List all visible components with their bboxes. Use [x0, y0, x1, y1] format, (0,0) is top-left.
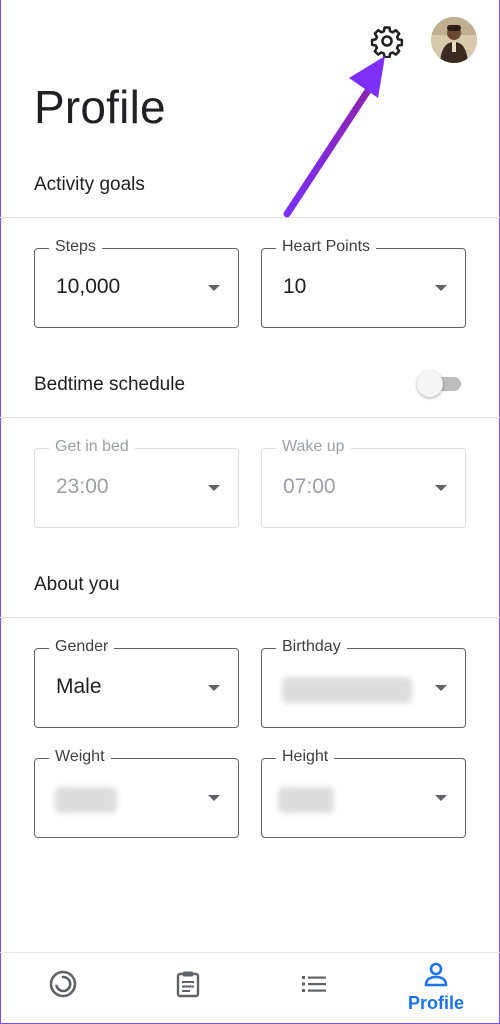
divider — [0, 217, 500, 218]
height-dropdown[interactable]: Height — [261, 748, 466, 838]
blurred-height-value — [278, 787, 334, 813]
steps-label: Steps — [49, 238, 102, 256]
birthday-label: Birthday — [276, 638, 347, 656]
browse-list-icon — [302, 976, 326, 992]
gender-dropdown[interactable]: Gender Male — [34, 638, 239, 728]
get-in-bed-value: 23:00 — [56, 475, 109, 498]
dropdown-arrow-icon — [435, 485, 447, 491]
heart-points-dropdown[interactable]: Heart Points 10 — [261, 238, 466, 328]
profile-person-icon — [424, 962, 448, 987]
dropdown-arrow-icon — [435, 795, 447, 801]
steps-dropdown[interactable]: Steps 10,000 — [34, 238, 239, 328]
heart-points-value: 10 — [283, 275, 307, 298]
get-in-bed-dropdown[interactable]: Get in bed 23:00 — [34, 438, 239, 528]
nav-home[interactable] — [22, 953, 102, 1023]
bottom-navigation: Profile — [0, 952, 500, 1024]
gender-value: Male — [56, 675, 102, 698]
dropdown-arrow-icon — [208, 795, 220, 801]
gender-label: Gender — [49, 638, 115, 656]
dropdown-arrow-icon — [435, 285, 447, 291]
divider — [0, 617, 500, 618]
birthday-dropdown[interactable]: Birthday — [261, 638, 466, 728]
nav-journal[interactable] — [147, 953, 227, 1023]
get-in-bed-label: Get in bed — [49, 438, 135, 456]
heart-points-label: Heart Points — [276, 238, 377, 256]
gear-icon — [370, 26, 404, 59]
activity-goals-heading: Activity goals — [34, 174, 145, 195]
blurred-weight-value — [55, 787, 117, 813]
dropdown-arrow-icon — [435, 685, 447, 691]
nav-profile-label: Profile — [407, 993, 464, 1013]
dropdown-arrow-icon — [208, 485, 220, 491]
bedtime-schedule-heading: Bedtime schedule — [34, 374, 186, 395]
avatar-photo — [431, 17, 477, 63]
blurred-birthday-value — [282, 677, 412, 703]
dropdown-arrow-icon — [208, 685, 220, 691]
profile-avatar[interactable] — [431, 17, 477, 63]
nav-profile[interactable]: Profile — [396, 953, 476, 1023]
settings-gear-button[interactable] — [370, 24, 404, 59]
wake-up-dropdown[interactable]: Wake up 07:00 — [261, 438, 466, 528]
steps-value: 10,000 — [56, 275, 121, 298]
about-you-heading: About you — [34, 574, 120, 595]
journal-clipboard-icon — [176, 971, 200, 998]
weight-label: Weight — [49, 748, 111, 766]
height-label: Height — [276, 748, 335, 766]
home-ring-icon — [49, 970, 77, 998]
wake-up-label: Wake up — [276, 438, 351, 456]
wake-up-value: 07:00 — [283, 475, 336, 498]
toggle-knob — [417, 371, 443, 397]
page-title: Profile — [34, 81, 166, 133]
dropdown-arrow-icon — [208, 285, 220, 291]
bedtime-schedule-toggle[interactable] — [417, 371, 463, 397]
nav-browse[interactable] — [273, 953, 353, 1023]
weight-dropdown[interactable]: Weight — [34, 748, 239, 838]
divider — [0, 417, 500, 418]
